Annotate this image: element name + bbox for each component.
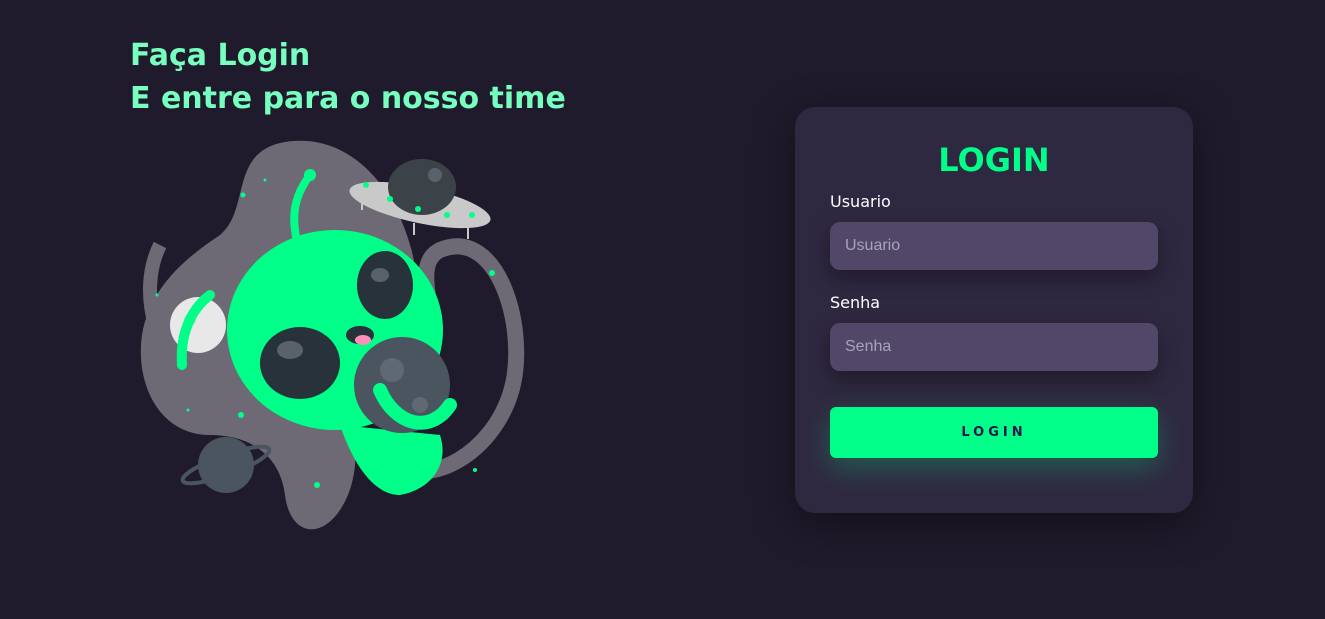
password-label: Senha (830, 293, 881, 312)
alien-astronaut-illustration (140, 140, 525, 530)
ringed-planet-icon (180, 437, 272, 493)
password-input[interactable] (830, 323, 1158, 371)
username-label: Usuario (830, 192, 891, 211)
hero-headline-line-2: E entre para o nosso time (130, 81, 566, 116)
login-card: LOGIN Usuario Senha LOGIN (795, 107, 1193, 513)
hero-headline-line-1: Faça Login (130, 38, 311, 73)
login-page: Faça Login E entre para o nosso time LOG… (0, 0, 1325, 619)
login-button[interactable]: LOGIN (830, 407, 1158, 458)
hero-headline: Faça Login E entre para o nosso time (130, 34, 566, 120)
username-input[interactable] (830, 222, 1158, 270)
login-title: LOGIN (938, 141, 1050, 179)
